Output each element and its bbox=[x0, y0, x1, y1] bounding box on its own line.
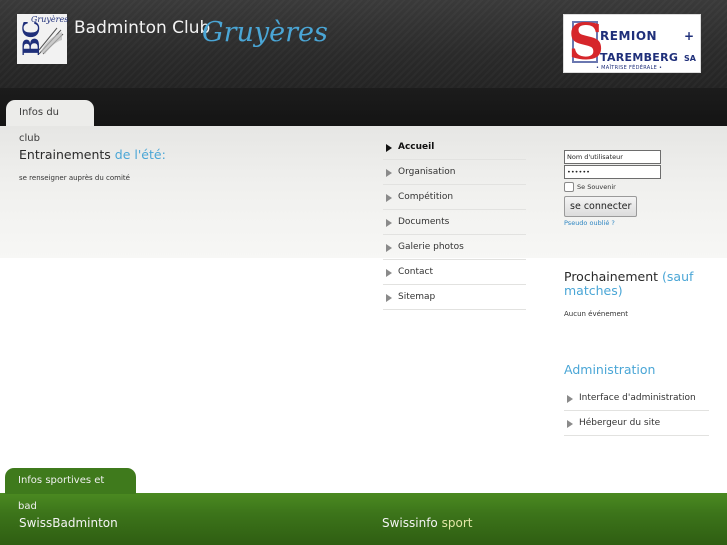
footer-swissinfo-highlight: sport bbox=[441, 516, 473, 530]
menu-item-label: Sitemap bbox=[398, 292, 436, 302]
remember-label: Se Souvenir bbox=[577, 183, 616, 191]
admin-item-hosting[interactable]: Hébergeur du site bbox=[564, 411, 709, 436]
sponsor-plus: + bbox=[684, 29, 695, 43]
training-title-highlight: de l'été: bbox=[114, 147, 166, 162]
menu-item-label: Organisation bbox=[398, 167, 456, 177]
triangle-right-icon bbox=[386, 219, 392, 227]
sponsor-monogram: S bbox=[568, 12, 605, 71]
events-title: Prochainement (sauf matches) bbox=[564, 270, 714, 298]
menu-item-label: Compétition bbox=[398, 192, 454, 202]
main-menu: Accueil Organisation Compétition Documen… bbox=[383, 135, 526, 310]
triangle-right-icon bbox=[386, 294, 392, 302]
training-title: Entrainements de l'été: bbox=[19, 147, 166, 162]
login-form: Se Souvenir se connecter Pseudo oublié ? bbox=[564, 150, 664, 227]
menu-item-label: Contact bbox=[398, 267, 434, 277]
password-input[interactable] bbox=[564, 165, 661, 179]
triangle-right-icon bbox=[386, 144, 392, 152]
sponsor-tagline: • MAÎTRISE FÉDÉRALE • bbox=[596, 65, 663, 71]
admin-item-label: Hébergeur du site bbox=[579, 418, 661, 428]
remember-row: Se Souvenir bbox=[564, 181, 664, 193]
admin-item-interface[interactable]: Interface d'administration bbox=[564, 386, 709, 411]
menu-item-sitemap[interactable]: Sitemap bbox=[383, 285, 526, 310]
footer-swissbadminton-title: SwissBadminton bbox=[19, 516, 118, 530]
events-title-main: Prochainement bbox=[564, 269, 659, 284]
sponsor-line2: TAREMBERG bbox=[600, 51, 679, 64]
tab-club-info[interactable]: Infos du club bbox=[6, 100, 94, 144]
admin-title: Administration bbox=[564, 362, 656, 377]
logo-small-text: Gruyères bbox=[31, 15, 69, 24]
login-button[interactable]: se connecter bbox=[564, 196, 638, 217]
club-city: Gruyères bbox=[202, 17, 328, 48]
triangle-right-icon bbox=[386, 194, 392, 202]
tab-sport-info[interactable]: Infos sportives et bad bbox=[5, 468, 136, 512]
sponsor-logo[interactable]: S REMION TAREMBERG + SA • MAÎTRISE FÉDÉR… bbox=[563, 14, 701, 73]
remember-checkbox[interactable] bbox=[564, 182, 574, 192]
menu-item-contact[interactable]: Contact bbox=[383, 260, 526, 285]
menu-item-galerie-photos[interactable]: Galerie photos bbox=[383, 235, 526, 260]
footer-swissinfo-title: Swissinfo sport bbox=[382, 516, 472, 530]
admin-menu: Interface d'administration Hébergeur du … bbox=[564, 386, 709, 436]
menu-item-competition[interactable]: Compétition bbox=[383, 185, 526, 210]
menu-item-label: Documents bbox=[398, 217, 450, 227]
triangle-right-icon bbox=[386, 169, 392, 177]
triangle-right-icon bbox=[567, 420, 573, 428]
admin-item-label: Interface d'administration bbox=[579, 393, 696, 403]
triangle-right-icon bbox=[386, 269, 392, 277]
club-name: Badminton Club bbox=[74, 18, 211, 38]
training-title-main: Entrainements bbox=[19, 147, 111, 162]
menu-item-accueil[interactable]: Accueil bbox=[383, 135, 526, 160]
shuttlecock-icon bbox=[38, 27, 64, 55]
sponsor-suffix: SA bbox=[684, 54, 696, 63]
club-logo[interactable]: BC Gruyères bbox=[17, 14, 69, 64]
menu-item-label: Accueil bbox=[398, 142, 435, 152]
forgot-username-link[interactable]: Pseudo oublié ? bbox=[564, 219, 664, 227]
sponsor-line1: REMION bbox=[600, 29, 658, 43]
username-input[interactable] bbox=[564, 150, 661, 164]
triangle-right-icon bbox=[386, 244, 392, 252]
menu-item-documents[interactable]: Documents bbox=[383, 210, 526, 235]
events-empty-text: Aucun événement bbox=[564, 310, 628, 318]
footer-swissinfo-main: Swissinfo bbox=[382, 516, 438, 530]
training-text: se renseigner auprès du comité bbox=[19, 174, 130, 182]
menu-item-label: Galerie photos bbox=[398, 242, 464, 252]
menu-item-organisation[interactable]: Organisation bbox=[383, 160, 526, 185]
triangle-right-icon bbox=[567, 395, 573, 403]
tab-band bbox=[0, 88, 727, 128]
